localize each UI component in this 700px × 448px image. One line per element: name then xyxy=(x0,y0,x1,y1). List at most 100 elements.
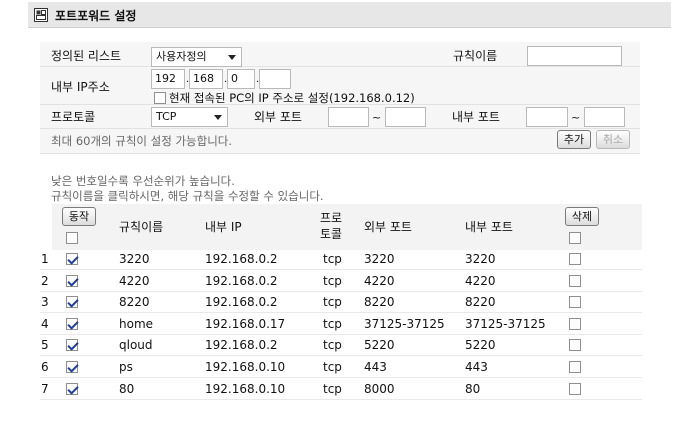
max-rules-note: 최대 60개의 규칙이 설정 가능합니다. xyxy=(51,134,233,148)
internal-port-label: 내부 포트 xyxy=(452,110,500,124)
row-rule-name[interactable]: 3220 xyxy=(119,252,150,266)
row-protocol: tcp xyxy=(323,360,342,374)
row-internal-ip: 192.168.0.2 xyxy=(205,295,278,309)
row-number: 5 xyxy=(41,338,49,352)
header-internal-port: 내부 포트 xyxy=(465,220,513,234)
row-divider xyxy=(40,291,642,292)
row-internal-ip: 192.168.0.2 xyxy=(205,338,278,352)
row-protocol: tcp xyxy=(323,338,342,352)
internal-ip-label: 내부 IP주소 xyxy=(51,80,110,94)
row-internal-ip: 192.168.0.2 xyxy=(205,252,278,266)
row-rule-name[interactable]: qloud xyxy=(119,338,153,352)
row-external-port: 5220 xyxy=(364,338,395,352)
row-delete-checkbox[interactable] xyxy=(569,339,581,351)
external-port-label: 외부 포트 xyxy=(254,110,302,124)
row-number: 7 xyxy=(41,382,49,396)
preset-label: 정의된 리스트 xyxy=(51,49,122,63)
row-internal-port: 3220 xyxy=(465,252,496,266)
row-protocol: tcp xyxy=(323,274,342,288)
row-enable-checkbox[interactable] xyxy=(66,296,78,308)
row-internal-port: 37125-37125 xyxy=(465,317,546,331)
row-protocol: tcp xyxy=(323,382,342,396)
row-delete-checkbox[interactable] xyxy=(569,296,581,308)
row-rule-name[interactable]: ps xyxy=(119,360,133,374)
row-enable-checkbox[interactable] xyxy=(66,361,78,373)
ip-octet-2-input[interactable]: 168 xyxy=(189,69,223,89)
range-separator: ~ xyxy=(571,111,581,124)
row-delete-checkbox[interactable] xyxy=(569,253,581,265)
row-delete-checkbox[interactable] xyxy=(569,383,581,395)
ip-octet-1-input[interactable]: 192 xyxy=(151,69,185,89)
external-port-end-input[interactable] xyxy=(385,107,426,127)
row-internal-ip: 192.168.0.17 xyxy=(205,317,286,331)
row-external-port: 443 xyxy=(364,360,387,374)
protocol-select[interactable]: TCP xyxy=(151,107,228,127)
header-rule-name: 규칙이름 xyxy=(119,220,164,234)
title-bar: 포트포워드 설정 xyxy=(28,2,671,28)
row-enable-checkbox[interactable] xyxy=(66,339,78,351)
row-enable-checkbox[interactable] xyxy=(66,383,78,395)
ip-octet-3-input[interactable]: 0 xyxy=(227,69,255,89)
page-title: 포트포워드 설정 xyxy=(55,9,137,23)
protocol-selected-value: TCP xyxy=(156,110,177,123)
row-rule-name[interactable]: 80 xyxy=(119,382,134,396)
header-protocol-line2: 토콜 xyxy=(320,227,343,241)
chevron-down-icon xyxy=(228,55,236,60)
row-number: 3 xyxy=(41,295,49,309)
internal-port-start-input[interactable] xyxy=(526,107,568,127)
chevron-down-icon xyxy=(214,115,222,120)
select-all-delete-checkbox[interactable] xyxy=(569,232,581,244)
row-internal-port: 8220 xyxy=(465,295,496,309)
row-delete-checkbox[interactable] xyxy=(569,275,581,287)
preset-selected-value: 사용자정의 xyxy=(156,50,207,63)
row-enable-checkbox[interactable] xyxy=(66,253,78,265)
preset-select[interactable]: 사용자정의 xyxy=(151,47,242,67)
row-number: 6 xyxy=(41,360,49,374)
row-divider xyxy=(40,399,642,400)
row-enable-checkbox[interactable] xyxy=(66,318,78,330)
row-protocol: tcp xyxy=(323,317,342,331)
select-all-enable-checkbox[interactable] xyxy=(66,232,78,244)
row-number: 2 xyxy=(41,274,49,288)
row-external-port: 37125-37125 xyxy=(364,317,445,331)
row-divider xyxy=(40,334,642,335)
divider xyxy=(40,66,640,67)
external-port-start-input[interactable] xyxy=(328,107,369,127)
row-rule-name[interactable]: home xyxy=(119,317,153,331)
use-current-pc-ip-checkbox[interactable] xyxy=(154,92,166,104)
rule-name-input[interactable] xyxy=(527,46,622,66)
rule-name-label: 규칙이름 xyxy=(453,49,498,63)
row-external-port: 8220 xyxy=(364,295,395,309)
row-internal-port: 443 xyxy=(465,360,488,374)
action-button[interactable]: 동작 xyxy=(62,207,96,226)
row-protocol: tcp xyxy=(323,252,342,266)
row-rule-name[interactable]: 4220 xyxy=(119,274,150,288)
protocol-label: 프로토콜 xyxy=(51,110,96,124)
row-external-port: 3220 xyxy=(364,252,395,266)
row-delete-checkbox[interactable] xyxy=(569,318,581,330)
row-external-port: 4220 xyxy=(364,274,395,288)
row-internal-ip: 192.168.0.10 xyxy=(205,360,286,374)
row-internal-port: 4220 xyxy=(465,274,496,288)
row-delete-checkbox[interactable] xyxy=(569,361,581,373)
row-number: 4 xyxy=(41,317,49,331)
header-internal-ip: 내부 IP xyxy=(205,220,242,234)
divider xyxy=(40,153,640,154)
row-internal-ip: 192.168.0.10 xyxy=(205,382,286,396)
ip-octet-4-input[interactable] xyxy=(259,69,291,89)
row-rule-name[interactable]: 8220 xyxy=(119,295,150,309)
delete-button[interactable]: 삭제 xyxy=(565,207,599,226)
row-external-port: 8000 xyxy=(364,382,395,396)
header-protocol-line1: 프로 xyxy=(320,211,343,225)
row-internal-ip: 192.168.0.2 xyxy=(205,274,278,288)
add-button[interactable]: 추가 xyxy=(557,130,591,149)
internal-port-end-input[interactable] xyxy=(584,107,625,127)
use-current-pc-ip-label: 현재 접속된 PC의 IP 주소로 설정(192.168.0.12) xyxy=(169,91,415,105)
cancel-button[interactable]: 취소 xyxy=(596,130,630,149)
row-internal-port: 5220 xyxy=(465,338,496,352)
row-enable-checkbox[interactable] xyxy=(66,275,78,287)
row-internal-port: 80 xyxy=(465,382,481,396)
row-number: 1 xyxy=(41,252,49,266)
row-divider xyxy=(40,377,642,378)
header-external-port: 외부 포트 xyxy=(364,220,412,234)
